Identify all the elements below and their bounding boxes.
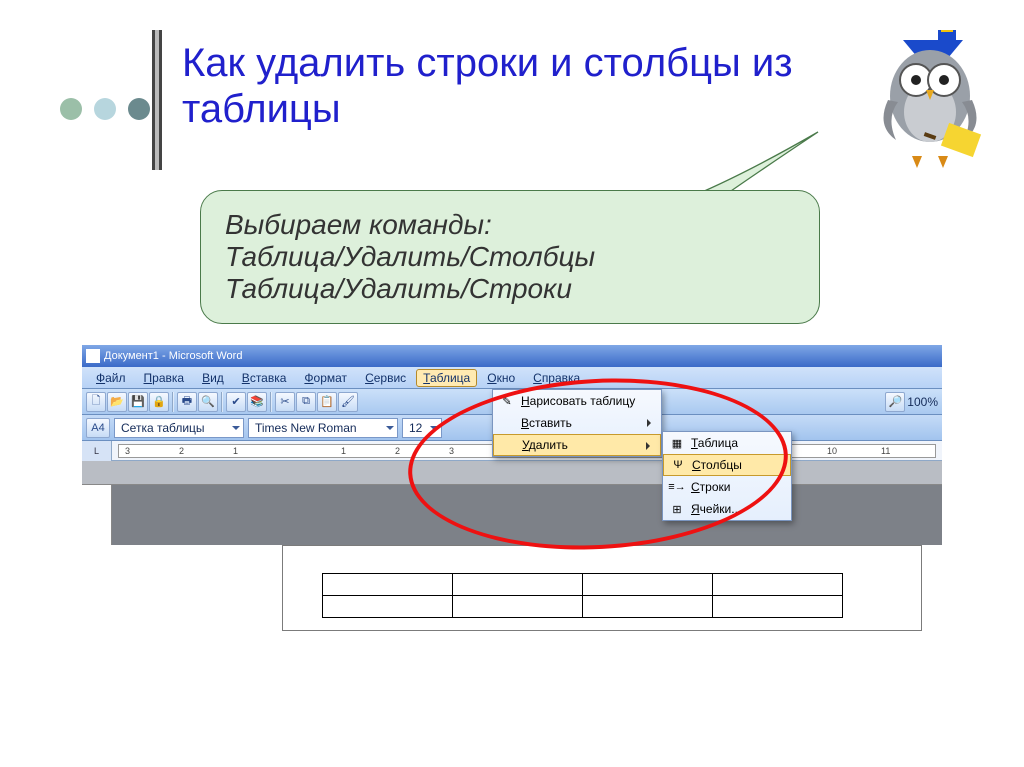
slide-title: Как удалить строки и столбцы из таблицы xyxy=(182,40,802,132)
new-doc-icon[interactable]: 🗋 xyxy=(86,392,106,412)
copy-icon[interactable]: ⧉ xyxy=(296,392,316,412)
ruler-tick: 11 xyxy=(881,446,890,456)
bullet-dot xyxy=(94,98,116,120)
print-icon[interactable]: 🖶 xyxy=(177,392,197,412)
menu-вставка[interactable]: Вставка xyxy=(234,369,295,387)
menu-сервис[interactable]: Сервис xyxy=(357,369,414,387)
ruler-tick: 1 xyxy=(233,446,238,456)
style-combo[interactable]: Сетка таблицы xyxy=(114,418,244,438)
ruler-tick: 3 xyxy=(125,446,130,456)
word-app-icon xyxy=(86,349,100,363)
open-icon[interactable]: 📂 xyxy=(107,392,127,412)
menu-формат[interactable]: Формат xyxy=(296,369,355,387)
zoom-icon: 🔎 xyxy=(885,392,905,412)
menu-таблица[interactable]: Таблица xyxy=(416,369,477,387)
menu-вид[interactable]: Вид xyxy=(194,369,232,387)
preview-icon[interactable]: 🔍 xyxy=(198,392,218,412)
zoom-control[interactable]: 🔎 100% xyxy=(885,392,938,412)
ruler-tick: 10 xyxy=(827,446,837,456)
menu-правка[interactable]: Правка xyxy=(136,369,193,387)
callout-line: Выбираем команды: xyxy=(225,209,795,241)
format-painter-icon[interactable]: 🖌 xyxy=(338,392,358,412)
slide-bullets xyxy=(60,98,150,120)
ruler-tick: 2 xyxy=(395,446,400,456)
word-titlebar: Документ1 - Microsoft Word xyxy=(82,345,942,367)
cut-icon[interactable]: ✂ xyxy=(275,392,295,412)
perm-icon[interactable]: 🔒 xyxy=(149,392,169,412)
owl-mascot xyxy=(868,30,988,170)
bullet-dot xyxy=(60,98,82,120)
style-aa-icon[interactable]: A4 xyxy=(86,418,110,438)
word-screenshot: Документ1 - Microsoft Word ФайлПравкаВид… xyxy=(82,345,942,635)
spell-icon[interactable]: ✔ xyxy=(226,392,246,412)
bullet-dot xyxy=(128,98,150,120)
zoom-value: 100% xyxy=(907,395,938,409)
window-title: Документ1 - Microsoft Word xyxy=(104,350,242,362)
document-table xyxy=(322,573,843,618)
vertical-rule xyxy=(152,30,162,170)
menu-окно[interactable]: Окно xyxy=(479,369,523,387)
instruction-callout: Выбираем команды: Таблица/Удалить/Столбц… xyxy=(200,190,820,324)
menu-файл[interactable]: Файл xyxy=(88,369,134,387)
save-icon[interactable]: 💾 xyxy=(128,392,148,412)
vertical-ruler xyxy=(82,485,112,545)
ruler-tick: 1 xyxy=(341,446,346,456)
ruler-tick: 2 xyxy=(179,446,184,456)
research-icon[interactable]: 📚 xyxy=(247,392,267,412)
font-combo[interactable]: Times New Roman xyxy=(248,418,398,438)
paste-icon[interactable]: 📋 xyxy=(317,392,337,412)
callout-line: Таблица/Удалить/Строки xyxy=(225,273,795,305)
ruler-corner: L xyxy=(82,441,112,461)
callout-line: Таблица/Удалить/Столбцы xyxy=(225,241,795,273)
menubar: ФайлПравкаВидВставкаФорматСервисТаблицаО… xyxy=(82,367,942,389)
